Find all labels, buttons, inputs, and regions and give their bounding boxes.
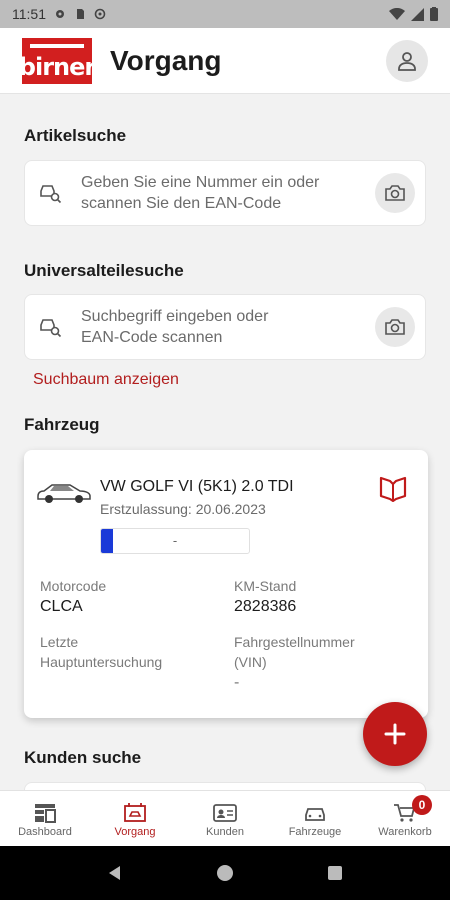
- birner-logo: birner: [18, 37, 96, 84]
- back-icon[interactable]: [106, 864, 124, 882]
- motorcode-value: CLCA: [40, 598, 83, 615]
- camera-icon: [385, 185, 405, 201]
- nav-fahrzeuge[interactable]: Fahrzeuge: [270, 791, 360, 846]
- placeholder-line: Geben Sie eine Nummer ein oder: [81, 174, 320, 191]
- car-search-icon: [37, 314, 63, 340]
- manual-book-icon[interactable]: [378, 474, 408, 502]
- status-time: 11:51: [12, 6, 46, 22]
- plus-icon: [384, 723, 406, 745]
- vehicle-name: VW GOLF VI (5K1) 2.0 TDI: [100, 478, 294, 495]
- universal-search-title: Universalteilesuche: [24, 261, 184, 280]
- home-icon[interactable]: [216, 864, 234, 882]
- universal-scan-button[interactable]: [375, 307, 415, 347]
- km-value: 2828386: [234, 598, 297, 615]
- person-icon: [398, 51, 416, 71]
- wifi-icon: [389, 8, 405, 20]
- contact-card-icon: [213, 803, 237, 822]
- logo-text: birner: [18, 52, 96, 81]
- label-line: Hauptuntersuchung: [40, 654, 163, 670]
- label-line: Letzte: [40, 634, 79, 650]
- article-search-placeholder: Geben Sie eine Nummer ein oder scannen S…: [81, 172, 361, 214]
- inspection-label: Letzte Hauptuntersuchung: [40, 632, 162, 672]
- customer-search-title: Kunden suche: [24, 748, 142, 767]
- page-title: Vorgang: [110, 44, 222, 76]
- placeholder-line: scannen Sie den EAN-Code: [81, 195, 282, 212]
- label-line: Fahrgestellnummer: [234, 634, 355, 650]
- vin-value: -: [234, 674, 240, 691]
- recents-icon[interactable]: [326, 864, 344, 882]
- settings-icon: [56, 10, 64, 18]
- nav-label: Warenkorb: [378, 825, 432, 838]
- sd-card-icon: [77, 9, 84, 19]
- car-front-icon: [305, 807, 325, 821]
- motorcode-label: Motorcode: [40, 578, 107, 594]
- show-search-tree-link[interactable]: Suchbaum anzeigen: [33, 371, 179, 389]
- vehicle-card[interactable]: VW GOLF VI (5K1) 2.0 TDI Erstzulassung: …: [24, 450, 428, 718]
- progress-text: -: [172, 533, 178, 548]
- label-line: (VIN): [234, 654, 267, 670]
- system-navigation-bar: [0, 846, 450, 900]
- car-document-icon: [124, 802, 146, 822]
- dashboard-icon: [35, 803, 56, 823]
- status-bar: 11:51: [0, 0, 450, 28]
- customer-search-field[interactable]: [24, 782, 426, 790]
- camera-icon: [385, 319, 405, 335]
- vehicle-section-title: Fahrzeug: [24, 415, 100, 434]
- app-bar: birner Vorgang: [0, 28, 450, 94]
- article-search-title: Artikelsuche: [24, 126, 127, 145]
- nav-label: Vorgang: [114, 825, 156, 838]
- profile-button[interactable]: [386, 39, 428, 82]
- placeholder-line: Suchbegriff eingeben oder: [81, 308, 269, 325]
- main-content: Artikelsuche Geben Sie eine Nummer ein o…: [0, 94, 450, 790]
- nav-dashboard[interactable]: Dashboard: [0, 791, 90, 846]
- vehicle-progress-bar: -: [100, 528, 250, 554]
- battery-icon: [430, 7, 438, 21]
- article-scan-button[interactable]: [375, 173, 415, 213]
- placeholder-line: EAN-Code scannen: [81, 329, 223, 346]
- vehicle-registration: Erstzulassung: 20.06.2023: [100, 501, 266, 517]
- nav-warenkorb[interactable]: Warenkorb 0: [360, 791, 450, 846]
- nav-label: Kunden: [206, 825, 244, 838]
- add-fab-button[interactable]: [363, 702, 427, 766]
- signal-icon: [411, 7, 424, 21]
- universal-search-field[interactable]: Suchbegriff eingeben oder EAN-Code scann…: [24, 294, 426, 360]
- bottom-navigation: Dashboard Vorgang Kunden Fahrzeuge Waren…: [0, 790, 450, 846]
- car-search-icon: [37, 180, 63, 206]
- nav-label: Fahrzeuge: [288, 825, 342, 838]
- nav-kunden[interactable]: Kunden: [180, 791, 270, 846]
- nav-label: Dashboard: [18, 825, 72, 838]
- car-icon: [37, 484, 91, 503]
- nav-vorgang[interactable]: Vorgang: [90, 791, 180, 846]
- universal-search-placeholder: Suchbegriff eingeben oder EAN-Code scann…: [81, 306, 361, 348]
- km-label: KM-Stand: [234, 578, 297, 594]
- article-search-field[interactable]: Geben Sie eine Nummer ein oder scannen S…: [24, 160, 426, 226]
- cart-count-badge: 0: [412, 795, 432, 815]
- vin-label: Fahrgestellnummer (VIN): [234, 632, 355, 672]
- sync-icon: [94, 8, 106, 20]
